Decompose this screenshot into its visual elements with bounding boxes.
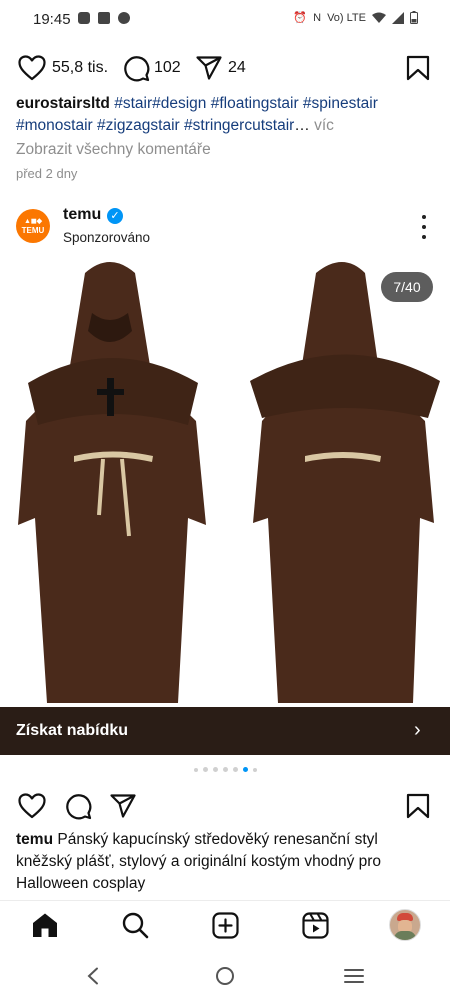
- top-post-actions: 55,8 tis. 102 24: [0, 50, 450, 86]
- home-circle-icon[interactable]: [215, 966, 235, 986]
- like-button[interactable]: 55,8 tis.: [18, 50, 108, 86]
- status-time: 19:45: [33, 11, 71, 28]
- sponsored-label: Sponzorováno: [63, 230, 151, 245]
- avatar-text: TEMU: [21, 226, 45, 235]
- send-icon: [110, 794, 136, 818]
- notification-icon-1: [78, 12, 90, 24]
- notification-icon-2: [98, 12, 110, 24]
- carousel-dot: [202, 767, 208, 772]
- nav-create[interactable]: [209, 909, 241, 941]
- comment-icon: [66, 794, 92, 820]
- wifi-icon: [372, 12, 386, 23]
- system-icons: ⏰ N Vo) LTE: [293, 11, 418, 24]
- carousel-dot: [222, 767, 228, 772]
- hashtag[interactable]: #design: [152, 95, 206, 112]
- nav-profile[interactable]: [389, 909, 421, 941]
- carousel-dot: [193, 768, 198, 772]
- verified-badge-icon: ✓: [107, 208, 123, 224]
- network-label: Vo) LTE: [327, 11, 366, 24]
- advertiser-avatar[interactable]: ▲◼◆ TEMU: [16, 209, 50, 243]
- advertiser-username[interactable]: temu: [63, 206, 101, 224]
- profile-avatar: [389, 909, 421, 941]
- reels-icon: [301, 911, 329, 939]
- caption-text: Pánský kapucínský středověký renesanční …: [16, 831, 382, 892]
- caption-username[interactable]: temu: [16, 831, 53, 848]
- send-icon: [196, 56, 222, 80]
- save-button[interactable]: [406, 788, 430, 824]
- cta-label: Získat nabídku: [16, 722, 129, 739]
- bookmark-icon: [406, 793, 430, 819]
- carousel-counter: 7/40: [381, 272, 433, 302]
- ad-caption: temu Pánský kapucínský středověký renesa…: [16, 829, 436, 895]
- nav-reels[interactable]: [299, 909, 331, 941]
- cta-banner[interactable]: Získat nabídku ›: [0, 707, 450, 755]
- nav-search[interactable]: [119, 909, 151, 941]
- hashtag[interactable]: #monostair: [16, 117, 93, 134]
- comment-button[interactable]: 102: [122, 50, 181, 86]
- comment-count: 102: [154, 59, 181, 76]
- robe-product-image: [18, 262, 440, 703]
- create-icon: [211, 911, 239, 939]
- bookmark-icon: [406, 55, 430, 81]
- robe-front-figure: [18, 262, 206, 703]
- temu-logo-icon: ▲◼◆: [23, 218, 43, 225]
- ad-media-image[interactable]: [0, 253, 450, 753]
- view-all-comments-link[interactable]: Zobrazit všechny komentáře: [16, 141, 211, 159]
- share-button[interactable]: 24: [196, 50, 246, 86]
- hashtag[interactable]: #stringercutstair: [184, 117, 294, 134]
- status-bar: 19:45 ⏰ N Vo) LTE: [0, 0, 450, 38]
- ad-post-actions: [0, 788, 450, 824]
- hashtag[interactable]: #zigzagstair: [97, 117, 180, 134]
- carousel-dots: [0, 767, 450, 772]
- battery-icon: [410, 11, 418, 24]
- chevron-right-icon: ›: [414, 719, 421, 741]
- carousel-dot-active: [242, 767, 248, 772]
- robe-back-figure: [250, 262, 440, 703]
- comment-icon: [124, 56, 150, 82]
- bottom-navigation: [0, 900, 450, 951]
- notification-icon-3: [118, 12, 130, 24]
- caption-username[interactable]: eurostairsltd: [16, 95, 110, 112]
- hashtag[interactable]: #stair: [114, 95, 152, 112]
- system-navigation: [0, 950, 450, 1000]
- top-post-caption: eurostairsltd #stair#design #floatingsta…: [16, 93, 436, 137]
- nav-home[interactable]: [29, 909, 61, 941]
- recents-icon[interactable]: [344, 968, 364, 984]
- carousel-dot: [232, 767, 238, 772]
- save-button[interactable]: [406, 50, 430, 86]
- heart-icon: [18, 55, 46, 81]
- caption-ellipsis: …: [294, 117, 310, 134]
- hashtag[interactable]: #spinestair: [303, 95, 378, 112]
- hashtag[interactable]: #floatingstair: [211, 95, 299, 112]
- carousel-dot: [212, 767, 218, 772]
- comment-button[interactable]: [64, 788, 92, 824]
- share-button[interactable]: [110, 788, 136, 824]
- signal-icon: [392, 11, 404, 24]
- like-button[interactable]: [18, 788, 46, 824]
- alarm-icon: ⏰: [293, 12, 308, 24]
- post-timestamp: před 2 dny: [16, 166, 78, 181]
- home-icon: [33, 913, 57, 937]
- carousel-dot: [252, 768, 257, 772]
- more-link[interactable]: víc: [314, 117, 334, 134]
- more-options-icon[interactable]: [418, 215, 430, 239]
- back-icon[interactable]: [86, 967, 100, 985]
- nfc-icon: N: [313, 11, 322, 24]
- notification-icons: [78, 12, 130, 24]
- like-count: 55,8 tis.: [52, 59, 109, 76]
- search-icon: [122, 912, 149, 939]
- heart-icon: [18, 793, 46, 819]
- share-count: 24: [228, 59, 246, 76]
